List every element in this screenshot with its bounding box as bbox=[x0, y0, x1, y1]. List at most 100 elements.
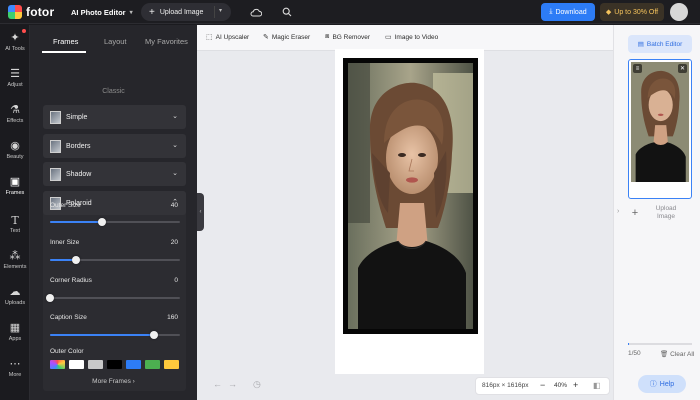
rail-item-label: Uploads bbox=[4, 299, 26, 306]
slider-label: Corner Radius bbox=[50, 277, 92, 284]
clear-all-button[interactable]: 🗑 Clear All bbox=[660, 350, 694, 358]
outer-size-slider[interactable] bbox=[50, 218, 180, 226]
chevron-right-icon[interactable]: › bbox=[617, 208, 619, 215]
shapes-icon: ⁂ bbox=[9, 249, 21, 262]
top-bar: fotor AI Photo Editor ▾ + Upload Image ▾… bbox=[0, 0, 700, 24]
more-frames-label: More Frames bbox=[92, 378, 131, 385]
compare-icon[interactable]: ◧ bbox=[593, 381, 601, 390]
slider-value: 40 bbox=[170, 202, 178, 209]
help-button[interactable]: ⓘ Help bbox=[638, 375, 686, 393]
apps-icon: ▦ bbox=[9, 321, 21, 334]
progress-fill bbox=[628, 343, 630, 345]
tab-frames[interactable]: Frames bbox=[53, 37, 78, 46]
accordion-shadow[interactable]: Shadow ⌄ bbox=[43, 162, 186, 186]
accordion-borders[interactable]: Borders ⌄ bbox=[43, 134, 186, 158]
video-icon: ▭ bbox=[385, 34, 392, 41]
color-swatch[interactable] bbox=[145, 360, 160, 369]
clear-all-label: Clear All bbox=[670, 351, 695, 358]
cloud-upload-icon: ☁ bbox=[9, 285, 21, 298]
slider-value: 0 bbox=[174, 277, 178, 284]
avatar[interactable] bbox=[670, 3, 688, 21]
slider-label: Caption Size bbox=[50, 314, 87, 321]
color-swatch[interactable] bbox=[88, 360, 103, 369]
color-swatch[interactable] bbox=[164, 360, 179, 369]
accordion-simple[interactable]: Simple ⌄ bbox=[43, 105, 186, 129]
rail-item-label: Text bbox=[9, 227, 21, 234]
photo-frame[interactable] bbox=[343, 58, 478, 334]
corner-radius-slider[interactable] bbox=[46, 294, 180, 302]
rail-item-frames[interactable]: ▣ Frames bbox=[0, 169, 30, 203]
zoom-out-icon[interactable]: − bbox=[540, 380, 545, 390]
magic-eraser-button[interactable]: ✎ Magic Eraser bbox=[263, 33, 310, 42]
more-icon: ⋯ bbox=[9, 357, 21, 370]
rail-item-more[interactable]: ⋯ More bbox=[0, 351, 30, 385]
slider-knob[interactable] bbox=[46, 294, 54, 302]
tab-my-favorites[interactable]: My Favorites bbox=[145, 37, 188, 46]
delete-icon[interactable]: ✕ bbox=[678, 64, 687, 73]
rail-item-label: Elements bbox=[3, 263, 27, 270]
upload-image-button[interactable]: + Upload Image ▾ bbox=[141, 3, 231, 21]
history-icon[interactable]: ◷ bbox=[253, 379, 261, 390]
slider-knob[interactable] bbox=[72, 256, 80, 264]
rail-item-apps[interactable]: ▦ Apps bbox=[0, 315, 30, 349]
slider-label: Outer Size bbox=[50, 202, 81, 209]
app-title-dropdown[interactable]: AI Photo Editor ▾ bbox=[71, 8, 133, 17]
ai-upscaler-button[interactable]: ⬚ AI Upscaler bbox=[206, 33, 249, 42]
portrait-photo[interactable] bbox=[348, 63, 473, 329]
image-thumbnail[interactable]: ≡ ✕ bbox=[628, 59, 692, 199]
color-swatch[interactable] bbox=[126, 360, 141, 369]
collapse-panel-handle[interactable]: ‹ bbox=[197, 193, 204, 231]
logo[interactable]: fotor bbox=[8, 5, 54, 19]
redo-icon[interactable]: → bbox=[228, 379, 237, 389]
canvas-dimensions: 816px × 1616px bbox=[482, 382, 529, 389]
inner-size-slider[interactable] bbox=[50, 256, 180, 264]
bg-remover-icon: ⧈ bbox=[325, 33, 330, 40]
bg-remover-button[interactable]: ⧈ BG Remover bbox=[325, 33, 370, 41]
upload-image-label: Upload Image bbox=[159, 8, 204, 16]
color-swatch[interactable] bbox=[69, 360, 84, 369]
image-to-video-button[interactable]: ▭ Image to Video bbox=[385, 33, 438, 42]
layers-icon[interactable]: ≡ bbox=[633, 64, 642, 73]
upload-image-label: Upload Image bbox=[655, 205, 677, 220]
tab-underline bbox=[42, 51, 86, 53]
chevron-right-icon: › bbox=[132, 378, 135, 385]
cloud-icon[interactable] bbox=[249, 5, 263, 19]
upload-progress bbox=[628, 343, 692, 345]
slider-knob[interactable] bbox=[150, 331, 158, 339]
batch-editor-button[interactable]: ▤ Batch Editor bbox=[628, 35, 692, 53]
rail-item-beauty[interactable]: ◉ Beauty bbox=[0, 133, 30, 167]
caption-size-slider[interactable] bbox=[50, 331, 180, 339]
rail-item-ai-tools[interactable]: ✦ AI Tools bbox=[0, 25, 30, 59]
eraser-icon: ✎ bbox=[263, 34, 269, 41]
left-rail: ✦ AI Tools ☰ Adjust ⚗ Effects ◉ Beauty ▣… bbox=[0, 25, 30, 400]
upload-image-tile[interactable]: + Upload Image bbox=[628, 201, 692, 225]
color-picker-swatch[interactable] bbox=[50, 360, 65, 369]
rail-item-label: Frames bbox=[5, 189, 25, 196]
rail-item-effects[interactable]: ⚗ Effects bbox=[0, 97, 30, 131]
chevron-down-icon[interactable]: ▾ bbox=[219, 7, 222, 14]
download-button[interactable]: ⤓ Download bbox=[541, 3, 595, 21]
rail-item-text[interactable]: T Text bbox=[0, 207, 30, 241]
canvas-bottom-bar: ← → ◷ 816px × 1616px − 40% + ◧ bbox=[197, 374, 613, 400]
slider-label: Inner Size bbox=[50, 239, 80, 246]
notification-dot bbox=[22, 29, 26, 33]
download-icon: ⤓ bbox=[549, 8, 553, 15]
rail-item-adjust[interactable]: ☰ Adjust bbox=[0, 61, 30, 95]
section-label: Classic bbox=[102, 88, 125, 95]
slider-knob[interactable] bbox=[98, 218, 106, 226]
color-swatch[interactable] bbox=[107, 360, 122, 369]
rail-item-uploads[interactable]: ☁ Uploads bbox=[0, 279, 30, 313]
promo-button[interactable]: ◆ Up to 30% Off bbox=[600, 3, 664, 21]
zoom-level[interactable]: 40% bbox=[554, 382, 567, 389]
thumbnail-photo bbox=[631, 62, 689, 182]
more-frames-link[interactable]: More Frames › bbox=[30, 378, 197, 385]
undo-icon[interactable]: ← bbox=[213, 379, 222, 389]
rail-item-elements[interactable]: ⁂ Elements bbox=[0, 243, 30, 277]
search-icon[interactable] bbox=[280, 5, 294, 19]
slider-value: 160 bbox=[167, 314, 178, 321]
tab-layout[interactable]: Layout bbox=[104, 37, 127, 46]
diamond-icon: ◆ bbox=[605, 9, 612, 16]
plus-icon: + bbox=[631, 207, 639, 219]
zoom-in-icon[interactable]: + bbox=[573, 380, 578, 390]
rail-item-label: Apps bbox=[8, 335, 22, 342]
